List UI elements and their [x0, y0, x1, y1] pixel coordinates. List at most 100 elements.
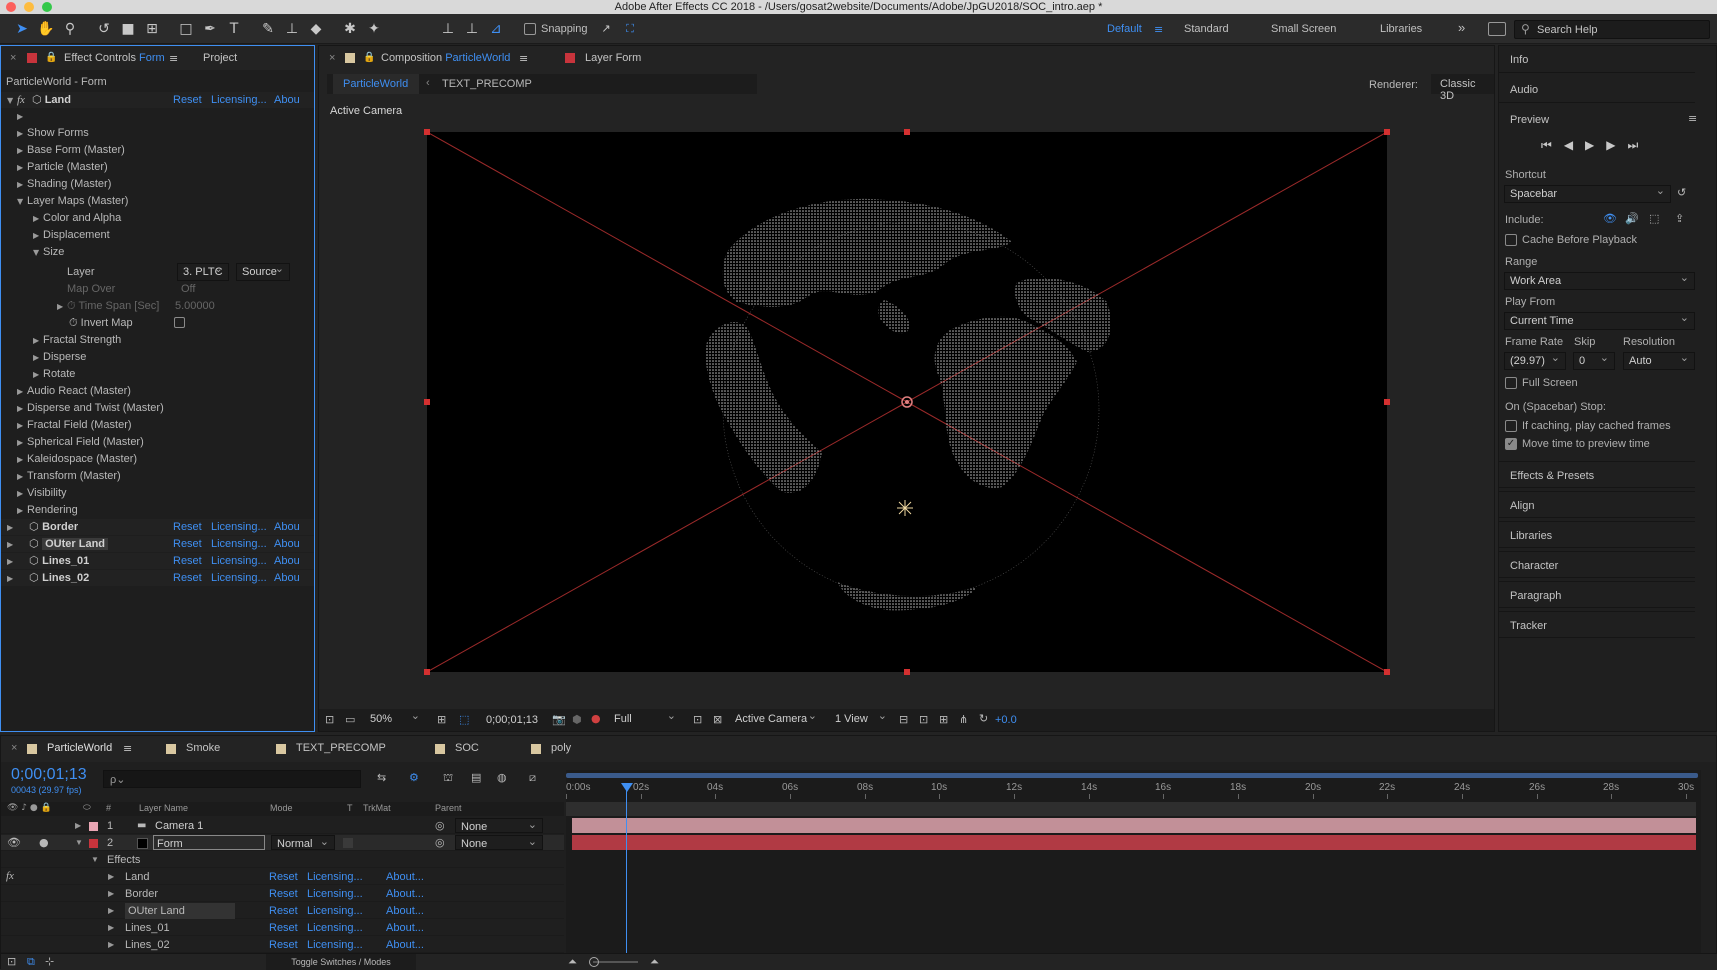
- work-area-bar[interactable]: [566, 773, 1698, 778]
- licensing-link[interactable]: Licensing...: [211, 553, 267, 569]
- full-screen-checkbox[interactable]: [1505, 377, 1517, 389]
- expand-property-icon[interactable]: ▶: [17, 160, 27, 176]
- timeline-tab[interactable]: poly: [551, 742, 571, 754]
- reset-link[interactable]: Reset: [269, 903, 298, 919]
- next-frame-icon[interactable]: ▶: [1606, 138, 1627, 152]
- current-time-indicator[interactable]: [626, 784, 627, 970]
- panel-tab-tracker[interactable]: Tracker: [1499, 611, 1695, 638]
- layer-dropdown[interactable]: 3. PLTC: [177, 262, 229, 281]
- bounding-handle[interactable]: [1384, 399, 1390, 405]
- toggle-switches-modes-button[interactable]: Toggle Switches / Modes: [266, 954, 416, 970]
- collapse-effects-icon[interactable]: ▼: [91, 852, 99, 868]
- zoom-in-icon[interactable]: ⏶: [650, 955, 659, 969]
- reset-link[interactable]: Reset: [269, 869, 298, 885]
- frame-rate-dropdown[interactable]: (29.97): [1504, 351, 1566, 370]
- licensing-link[interactable]: Licensing...: [307, 903, 363, 919]
- renderer-button[interactable]: Classic 3D: [1431, 74, 1494, 102]
- play-icon[interactable]: ▶: [1585, 138, 1606, 152]
- expand-effect-icon[interactable]: ▶: [108, 886, 114, 902]
- zoom-slider[interactable]: [593, 961, 638, 963]
- expand-property-icon[interactable]: ▶: [17, 143, 27, 159]
- skip-dropdown[interactable]: 0: [1573, 351, 1615, 370]
- expand-property-icon[interactable]: ▶: [17, 177, 27, 193]
- local-axis-icon[interactable]: ⊥: [438, 19, 458, 39]
- timeline-search-field[interactable]: ρ⌄: [103, 770, 361, 788]
- reset-link[interactable]: Reset: [173, 553, 202, 569]
- monitor-icon[interactable]: ▭: [345, 713, 355, 726]
- camera-view-dropdown[interactable]: Active Camera: [730, 709, 822, 729]
- preserve-transparency-toggle[interactable]: [343, 838, 353, 848]
- about-link[interactable]: Abou: [274, 553, 300, 569]
- reset-shortcut-icon[interactable]: ↺: [1677, 186, 1686, 199]
- effect-row[interactable]: ▶ ⬡ Lines_01 Reset Licensing... Abou: [1, 553, 314, 569]
- workspace-toggle-icon[interactable]: [1488, 22, 1506, 36]
- panel-tab-character[interactable]: Character: [1499, 551, 1695, 578]
- composition-viewer[interactable]: [424, 129, 1390, 675]
- zoom-slider-knob[interactable]: [589, 957, 599, 967]
- about-link[interactable]: About...: [386, 937, 424, 953]
- licensing-link[interactable]: Licensing...: [211, 519, 267, 535]
- timeline-menu-icon[interactable]: ≡: [123, 742, 132, 755]
- layer-row-form[interactable]: 👁 ● ▼ 2 Form Normal ◎ None: [1, 834, 564, 851]
- resolution-dropdown[interactable]: Full: [609, 709, 681, 729]
- panel-tab-paragraph[interactable]: Paragraph: [1499, 581, 1695, 608]
- range-dropdown[interactable]: Work Area: [1504, 271, 1695, 290]
- toggle-pixel-aspect-icon[interactable]: ⊟: [899, 713, 908, 726]
- expand-property-icon[interactable]: ▶: [17, 126, 27, 142]
- effect-property-row[interactable]: ▶ Color and Alpha: [33, 210, 121, 226]
- info-panel-tab[interactable]: Info: [1499, 46, 1695, 73]
- include-overlays-icon[interactable]: ⬚: [1649, 212, 1659, 225]
- expand-effect-icon[interactable]: ▶: [108, 903, 114, 919]
- bounding-handle[interactable]: [424, 669, 430, 675]
- first-frame-icon[interactable]: ⏮: [1541, 138, 1564, 152]
- light-icon[interactable]: [897, 500, 913, 516]
- timeline-icon[interactable]: ⊞: [939, 713, 948, 726]
- snap-options-icon[interactable]: ⛶: [620, 19, 640, 39]
- mask-icon[interactable]: ⬚: [459, 713, 469, 726]
- expand-effect-icon[interactable]: ▶: [108, 920, 114, 936]
- effect-row[interactable]: ▶ ⬡ Lines_02 Reset Licensing... Abou: [1, 570, 314, 586]
- snapshot-icon[interactable]: 📷: [552, 713, 566, 726]
- solo-icon[interactable]: ●: [39, 835, 49, 851]
- effect-land-row[interactable]: ▼ fx ⬡ Land Reset Licensing... Abou: [1, 92, 314, 108]
- expand-property-icon[interactable]: ▶: [17, 486, 27, 502]
- zoom-out-icon[interactable]: ⏶: [568, 955, 577, 969]
- workspace-small-screen[interactable]: Small Screen: [1271, 23, 1336, 35]
- licensing-link[interactable]: Licensing...: [211, 536, 267, 552]
- graph-editor-icon[interactable]: ⧄: [529, 771, 536, 785]
- timeline-effect-row[interactable]: ▶ Border Reset Licensing... About...: [1, 886, 564, 902]
- more-workspaces-icon[interactable]: »: [1458, 20, 1465, 35]
- licensing-link[interactable]: Licensing...: [307, 869, 363, 885]
- effect-property-row[interactable]: ▶ Audio React (Master): [17, 383, 131, 399]
- column-layer-name[interactable]: Layer Name: [139, 803, 188, 813]
- effect-row[interactable]: ▶ ⬡ Border Reset Licensing... Abou: [1, 519, 314, 535]
- hand-tool-icon[interactable]: ✋: [36, 19, 56, 39]
- snapping-checkbox[interactable]: [524, 23, 536, 35]
- workspace-libraries[interactable]: Libraries: [1380, 23, 1422, 35]
- expand-effect-icon[interactable]: ▶: [7, 571, 17, 587]
- pickwhip-icon[interactable]: ◎: [435, 818, 445, 834]
- shortcut-dropdown[interactable]: Spacebar: [1504, 184, 1671, 203]
- reset-link[interactable]: Reset: [269, 920, 298, 936]
- show-snapshot-icon[interactable]: ⬢: [572, 713, 582, 726]
- effect-property-row[interactable]: ▶ Fractal Strength: [33, 332, 121, 348]
- timeline-tab[interactable]: ParticleWorld: [47, 742, 112, 754]
- resolution-dropdown[interactable]: Auto: [1623, 351, 1695, 370]
- flowchart-icon[interactable]: ⋔: [959, 713, 968, 726]
- playhead-icon[interactable]: [621, 783, 633, 792]
- invert-map-checkbox[interactable]: [174, 317, 185, 328]
- expand-transfer-controls-icon[interactable]: ⧉: [27, 955, 35, 969]
- audio-panel-tab[interactable]: Audio: [1499, 76, 1695, 103]
- frame-blending-icon[interactable]: ▤: [471, 771, 481, 784]
- expand-effect-icon[interactable]: ▶: [7, 554, 17, 570]
- about-link[interactable]: About...: [386, 920, 424, 936]
- fast-previews-icon[interactable]: ⊡: [919, 713, 928, 726]
- expand-layer-switches-icon[interactable]: ⊡: [7, 955, 16, 968]
- camera-layer-bar[interactable]: [572, 818, 1696, 833]
- effect-property-row[interactable]: ▶ Rotate: [33, 366, 75, 382]
- effect-property-row[interactable]: ▶ Fractal Field (Master): [17, 417, 132, 433]
- play-from-dropdown[interactable]: Current Time: [1504, 311, 1695, 330]
- close-window-button[interactable]: [6, 2, 16, 12]
- collapse-property-icon[interactable]: ▼: [33, 245, 43, 261]
- expand-property-icon[interactable]: ▶: [17, 109, 27, 125]
